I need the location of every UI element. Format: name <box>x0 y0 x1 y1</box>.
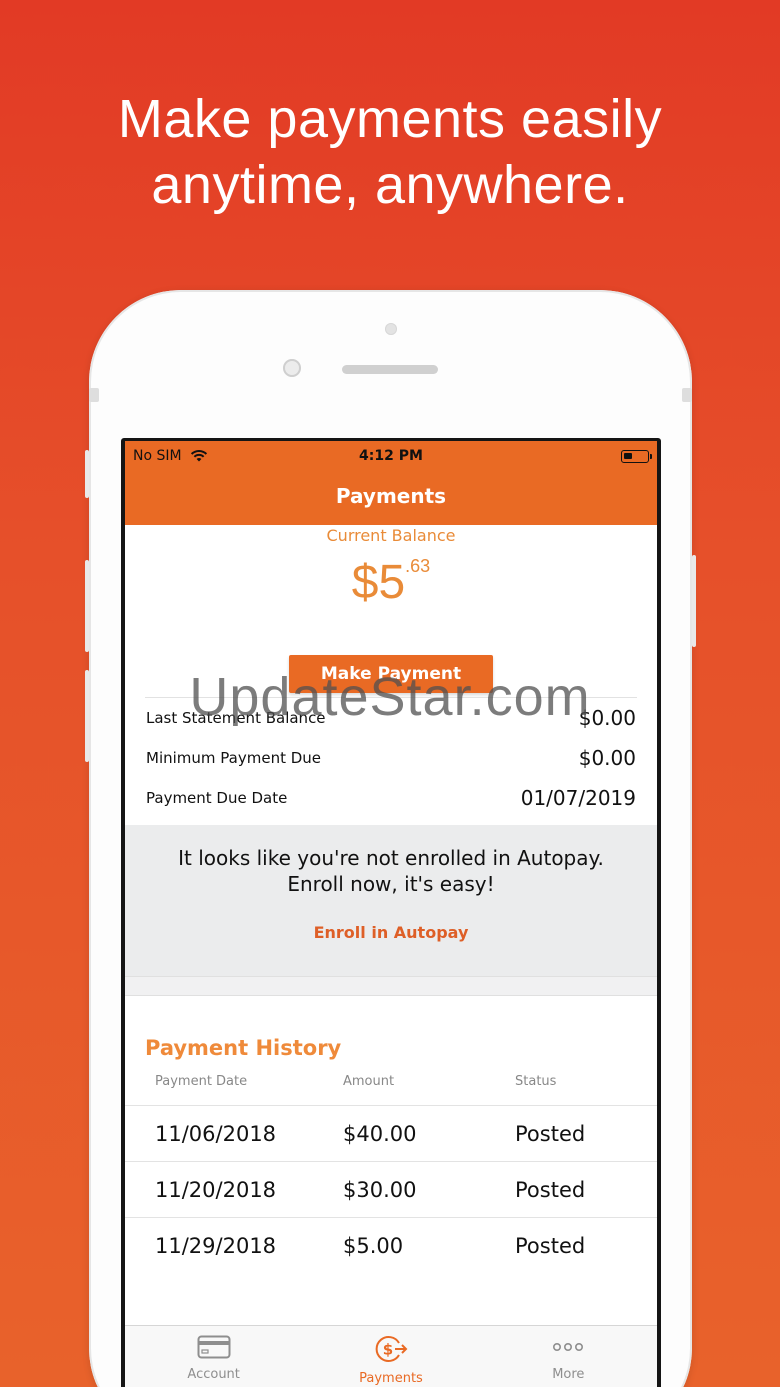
summary-value: 01/07/2019 <box>520 786 636 810</box>
tab-label: Payments <box>359 1371 423 1386</box>
statement-summary: Last Statement Balance $0.00 Minimum Pay… <box>125 698 657 818</box>
antenna-band-right <box>682 388 692 402</box>
summary-value: $0.00 <box>578 706 636 730</box>
table-row[interactable]: 11/06/2018 $40.00 Posted <box>125 1105 657 1161</box>
tab-account[interactable]: Account <box>125 1326 302 1387</box>
volume-down-button <box>85 670 89 762</box>
more-dots-icon <box>553 1343 584 1352</box>
autopay-message: It looks like you're not enrolled in Aut… <box>178 846 604 896</box>
front-camera <box>283 359 301 377</box>
summary-row: Last Statement Balance $0.00 <box>146 698 636 738</box>
history-table-header: Payment Date Amount Status <box>125 1074 657 1105</box>
section-separator <box>125 976 657 996</box>
status-time: 4:12 PM <box>359 448 423 464</box>
column-header-amount: Amount <box>343 1074 395 1089</box>
tab-label: Account <box>187 1367 240 1382</box>
enroll-autopay-link[interactable]: Enroll in Autopay <box>125 923 657 942</box>
current-balance-amount: $5.63 <box>125 555 657 611</box>
earpiece-speaker <box>342 365 438 374</box>
navigation-header: No SIM 4:12 PM Payments <box>125 441 657 525</box>
payment-date: 11/20/2018 <box>155 1177 277 1202</box>
summary-row: Payment Due Date 01/07/2019 <box>146 778 636 818</box>
tab-payments[interactable]: $ Payments <box>302 1326 479 1387</box>
payment-status: Posted <box>515 1177 586 1202</box>
summary-label: Last Statement Balance <box>146 709 326 727</box>
balance-cents: .63 <box>405 556 431 576</box>
column-header-date: Payment Date <box>155 1074 248 1089</box>
summary-value: $0.00 <box>578 746 636 770</box>
autopay-banner: It looks like you're not enrolled in Aut… <box>125 825 657 976</box>
tab-label: More <box>552 1367 585 1382</box>
mute-switch <box>85 450 89 498</box>
headline-line-2: anytime, anywhere. <box>151 155 629 215</box>
status-bar: No SIM 4:12 PM <box>125 441 657 471</box>
summary-label: Payment Due Date <box>146 789 288 807</box>
page-title: Payments <box>335 484 447 508</box>
credit-card-icon <box>197 1335 231 1359</box>
svg-text:$: $ <box>383 1341 393 1359</box>
summary-label: Minimum Payment Due <box>146 749 322 767</box>
battery-icon <box>621 450 652 463</box>
table-row[interactable]: 11/20/2018 $30.00 Posted <box>125 1161 657 1217</box>
payment-history-title: Payment History <box>145 1036 342 1060</box>
tab-more[interactable]: More <box>480 1326 657 1387</box>
current-balance-label: Current Balance <box>326 526 456 545</box>
payment-icon: $ <box>375 1336 408 1362</box>
promo-headline: Make payments easily anytime, anywhere. <box>0 86 780 218</box>
app-screen: No SIM 4:12 PM Payments Current Balance … <box>125 441 657 1387</box>
table-row[interactable]: 11/29/2018 $5.00 Posted <box>125 1217 657 1273</box>
tab-bar: Account $ Payments More <box>125 1325 657 1387</box>
antenna-band-left <box>89 388 99 402</box>
payment-amount: $30.00 <box>343 1177 417 1202</box>
make-payment-button[interactable]: Make Payment <box>289 655 493 693</box>
proximity-sensor <box>385 323 397 335</box>
payment-date: 11/06/2018 <box>155 1121 277 1146</box>
balance-dollars: $5 <box>351 556 406 609</box>
headline-line-1: Make payments easily <box>117 89 663 149</box>
summary-row: Minimum Payment Due $0.00 <box>146 738 636 778</box>
payment-status: Posted <box>515 1233 586 1258</box>
volume-up-button <box>85 560 89 652</box>
payment-date: 11/29/2018 <box>155 1233 277 1258</box>
payment-amount: $5.00 <box>343 1233 404 1258</box>
power-button <box>692 555 696 647</box>
payment-status: Posted <box>515 1121 586 1146</box>
payment-amount: $40.00 <box>343 1121 417 1146</box>
column-header-status: Status <box>515 1074 557 1089</box>
